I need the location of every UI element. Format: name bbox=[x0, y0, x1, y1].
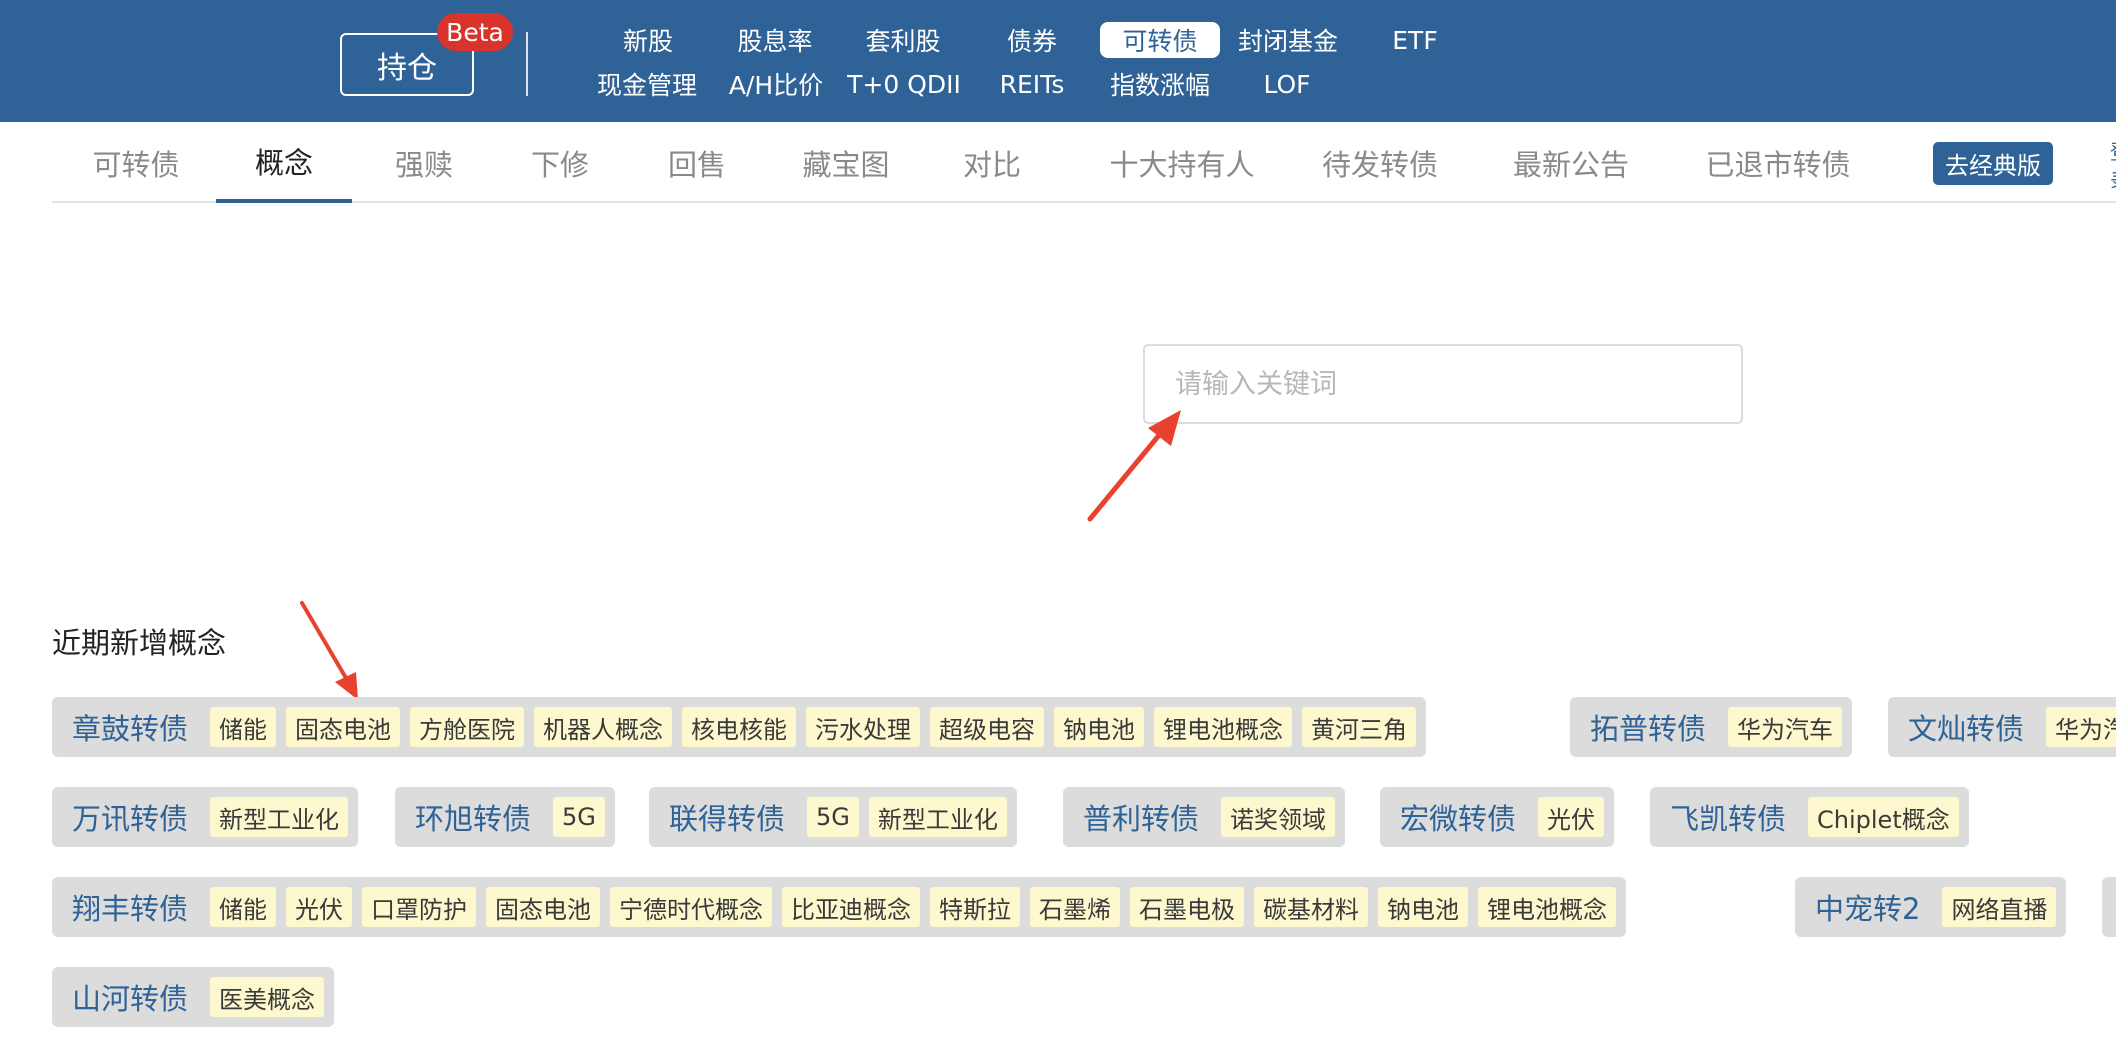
concept-tag[interactable]: 5G bbox=[807, 797, 859, 837]
arrow-to-search-icon bbox=[1087, 410, 1181, 522]
concept-group-cropped bbox=[2102, 877, 2116, 937]
concept-group: 普利转债 诺奖领域 bbox=[1063, 787, 1346, 847]
bond-name[interactable]: 万讯转债 bbox=[72, 796, 188, 838]
nav-new-stocks[interactable]: 新股 bbox=[604, 22, 692, 58]
concept-tag[interactable]: 特斯拉 bbox=[930, 887, 1021, 927]
nav-reits[interactable]: REITs bbox=[994, 66, 1070, 102]
concept-group: 万讯转债 新型工业化 bbox=[52, 787, 359, 847]
bond-name[interactable]: 宏微转债 bbox=[1400, 796, 1516, 838]
concept-group: 拓普转债 华为汽车 bbox=[1570, 697, 1853, 757]
nav-convertible-bonds[interactable]: 可转债 bbox=[1100, 22, 1220, 58]
concept-tag[interactable]: 5G bbox=[553, 797, 605, 837]
cropped-edge-text: 登录 bbox=[2110, 136, 2116, 188]
section-title: 近期新增概念 bbox=[52, 626, 227, 660]
concept-tag[interactable]: 碳基材料 bbox=[1254, 887, 1369, 927]
bond-name[interactable]: 中宠转2 bbox=[1815, 886, 1920, 928]
concept-tag[interactable]: 超级电容 bbox=[930, 707, 1045, 747]
concept-tag[interactable]: 口罩防护 bbox=[362, 887, 477, 927]
concept-group: 章鼓转债 储能 固态电池 方舱医院 机器人概念 核电核能 污水处理 超级电容 钠… bbox=[52, 697, 1427, 757]
concept-tag[interactable]: 储能 bbox=[210, 887, 277, 927]
concept-tag[interactable]: 比亚迪概念 bbox=[782, 887, 921, 927]
concept-tag[interactable]: 新型工业化 bbox=[868, 797, 1007, 837]
nav-bonds[interactable]: 债券 bbox=[990, 22, 1074, 58]
bond-name[interactable]: 联得转债 bbox=[669, 796, 785, 838]
bond-name[interactable]: 文灿转债 bbox=[1908, 706, 2024, 748]
tab-convertible-bonds[interactable]: 可转债 bbox=[86, 122, 186, 203]
concept-tag[interactable]: 黄河三角 bbox=[1302, 707, 1417, 747]
concept-tag[interactable]: 石墨烯 bbox=[1030, 887, 1121, 927]
bond-name[interactable]: 翔丰转债 bbox=[72, 886, 188, 928]
classic-version-button[interactable]: 去经典版 bbox=[1933, 142, 2053, 185]
bond-name[interactable]: 拓普转债 bbox=[1590, 706, 1706, 748]
concept-tag[interactable]: 核电核能 bbox=[682, 707, 797, 747]
concept-tag[interactable]: 光伏 bbox=[1538, 797, 1605, 837]
concept-group: 翔丰转债 储能 光伏 口罩防护 固态电池 宁德时代概念 比亚迪概念 特斯拉 石墨… bbox=[52, 877, 1627, 937]
concept-tag[interactable]: 固态电池 bbox=[286, 707, 401, 747]
tab-compare[interactable]: 对比 bbox=[952, 122, 1032, 203]
search-input[interactable] bbox=[1143, 344, 1743, 424]
concept-group: 联得转债 5G 新型工业化 bbox=[649, 787, 1017, 847]
concept-tag[interactable]: 石墨电极 bbox=[1130, 887, 1245, 927]
concept-tag[interactable]: 机器人概念 bbox=[534, 707, 673, 747]
concept-tag[interactable]: 锂电池概念 bbox=[1478, 887, 1617, 927]
concept-group: 环旭转债 5G bbox=[395, 787, 615, 847]
concept-group: 文灿转债 华为汽车 bbox=[1888, 697, 2116, 757]
concept-tag[interactable]: 医美概念 bbox=[210, 977, 325, 1017]
nav-index-gains[interactable]: 指数涨幅 bbox=[1108, 66, 1212, 102]
tab-downward-revision[interactable]: 下修 bbox=[520, 122, 600, 203]
bond-name[interactable]: 普利转债 bbox=[1083, 796, 1199, 838]
bond-name[interactable]: 山河转债 bbox=[72, 976, 188, 1018]
nav-lof[interactable]: LOF bbox=[1262, 66, 1312, 102]
concept-group: 山河转债 医美概念 bbox=[52, 967, 335, 1027]
nav-arbitrage-stocks[interactable]: 套利股 bbox=[853, 22, 953, 58]
bond-name[interactable]: 飞凯转债 bbox=[1670, 796, 1786, 838]
concept-tag[interactable]: 储能 bbox=[210, 707, 277, 747]
concept-tag[interactable]: 污水处理 bbox=[806, 707, 921, 747]
tab-delisted-bonds[interactable]: 已退市转债 bbox=[1703, 122, 1853, 203]
concept-tag[interactable]: Chiplet概念 bbox=[1808, 797, 1959, 837]
bond-name[interactable]: 环旭转债 bbox=[415, 796, 531, 838]
bond-name[interactable]: 章鼓转债 bbox=[72, 706, 188, 748]
top-navbar: 持仓 Beta 新股 股息率 套利股 债券 可转债 封闭基金 ETF 现金管理 … bbox=[0, 0, 2116, 122]
tab-latest-announcements[interactable]: 最新公告 bbox=[1509, 122, 1633, 203]
concept-tag[interactable]: 方舱医院 bbox=[410, 707, 525, 747]
concept-tag[interactable]: 钠电池 bbox=[1054, 707, 1145, 747]
tab-treasure-map[interactable]: 藏宝图 bbox=[786, 122, 906, 203]
concept-tag[interactable]: 固态电池 bbox=[486, 887, 601, 927]
tab-putback[interactable]: 回售 bbox=[657, 122, 737, 203]
concept-tag[interactable]: 宁德时代概念 bbox=[610, 887, 773, 927]
concept-tag[interactable]: 光伏 bbox=[286, 887, 353, 927]
beta-badge: Beta bbox=[437, 13, 513, 51]
concept-group: 宏微转债 光伏 bbox=[1380, 787, 1615, 847]
concept-tag[interactable]: 华为汽车 bbox=[1728, 707, 1843, 747]
nav-dividend-yield[interactable]: 股息率 bbox=[725, 22, 825, 58]
concept-tag[interactable]: 网络直播 bbox=[1942, 887, 2057, 927]
nav-ah-ratio[interactable]: A/H比价 bbox=[724, 66, 828, 102]
tab-pending-issues[interactable]: 待发转债 bbox=[1318, 122, 1442, 203]
tab-concepts[interactable]: 概念 bbox=[216, 122, 352, 203]
concept-tag[interactable]: 锂电池概念 bbox=[1154, 707, 1293, 747]
secondary-tabs: 可转债 概念 强赎 下修 回售 藏宝图 对比 十大持有人 待发转债 最新公告 已… bbox=[52, 122, 2116, 203]
concept-group: 飞凯转债 Chiplet概念 bbox=[1650, 787, 1969, 847]
nav-etf[interactable]: ETF bbox=[1385, 22, 1445, 58]
nav-cash-management[interactable]: 现金管理 bbox=[595, 66, 699, 102]
nav-closed-funds[interactable]: 封闭基金 bbox=[1236, 22, 1340, 58]
concept-group: 中宠转2 网络直播 bbox=[1795, 877, 2067, 937]
concept-tag[interactable]: 华为汽车 bbox=[2046, 707, 2116, 747]
concept-tag[interactable]: 钠电池 bbox=[1378, 887, 1469, 927]
nav-t0-qdii[interactable]: T+0 QDII bbox=[847, 66, 961, 102]
navbar-divider bbox=[526, 32, 528, 96]
arrow-to-tag-icon bbox=[300, 601, 358, 700]
tab-forced-redemption[interactable]: 强赎 bbox=[384, 122, 464, 203]
concept-tag[interactable]: 新型工业化 bbox=[210, 797, 349, 837]
tab-top-holders[interactable]: 十大持有人 bbox=[1092, 122, 1272, 203]
concept-tag[interactable]: 诺奖领域 bbox=[1221, 797, 1336, 837]
